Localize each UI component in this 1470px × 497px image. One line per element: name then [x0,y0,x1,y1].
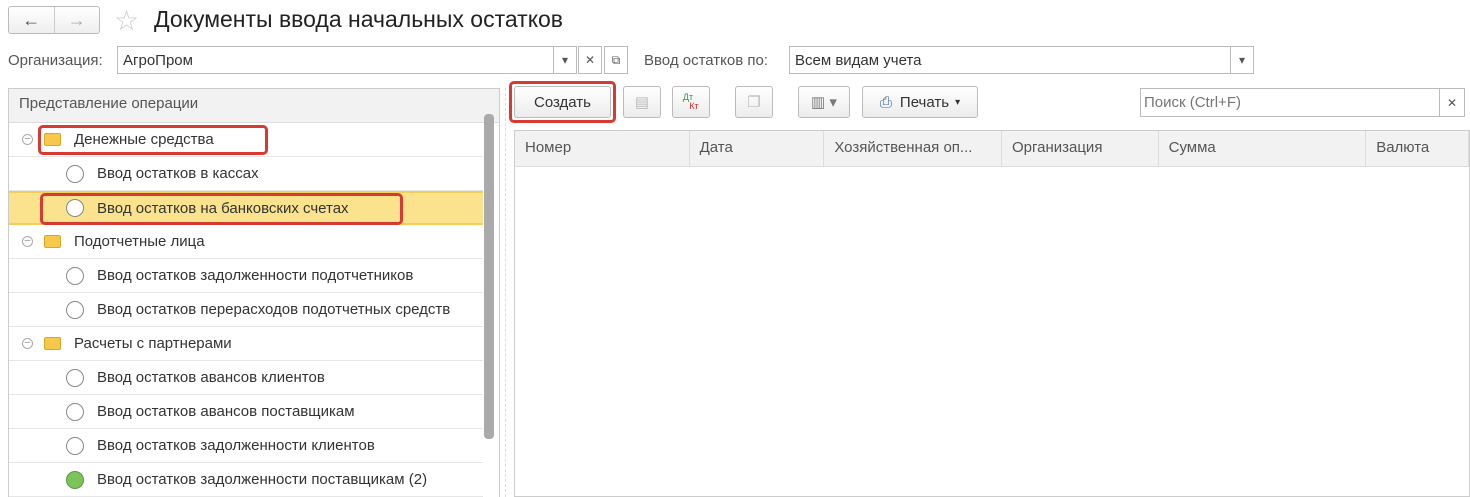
status-circle-icon [66,368,84,387]
highlight-group [38,125,268,155]
page-title: Документы ввода начальных остатков [154,6,564,32]
tree-item[interactable]: Ввод остатков в кассах [9,157,483,191]
search-clear-button[interactable]: ✕ [1439,88,1465,117]
org-value: АгроПром [123,51,193,69]
back-button[interactable]: ← [9,7,54,33]
column-header[interactable]: Валюта [1366,131,1469,166]
grid-header: Номер Дата Хозяйственная оп... Организация С… [515,131,1469,167]
org-input[interactable]: АгроПром [117,46,554,74]
tree-group[interactable]: – Расчеты с партнерами [9,327,483,361]
search-input[interactable] [1140,88,1440,117]
add-document-icon[interactable]: ▤ [623,86,661,118]
status-circle-icon [66,436,84,455]
item-label: Ввод остатков задолженности подотчетнико… [97,267,414,284]
group-label: Подотчетные лица [74,233,205,250]
collapse-icon[interactable]: – [22,134,33,145]
status-circle-icon [66,300,84,319]
tree-item[interactable]: Ввод остатков перерасходов подотчетных с… [9,293,483,327]
report-dropdown-button[interactable]: ▥ ▾ [798,86,850,118]
org-dropdown-button[interactable]: ▾ [553,46,577,74]
item-label: Ввод остатков авансов клиентов [97,369,325,386]
mode-label: Ввод остатков по: [644,52,769,69]
column-header[interactable]: Хозяйственная оп... [824,131,1002,166]
item-label: Ввод остатков задолженности клиентов [97,437,375,454]
status-circle-icon [66,266,84,285]
item-label: Ввод остатков авансов поставщикам [97,403,355,420]
printer-icon: ⎙ [879,93,892,111]
status-circle-icon [66,402,84,421]
print-button[interactable]: ⎙ Печать ▾ [862,86,978,118]
kt-label: Кт [689,101,699,111]
column-header[interactable]: Дата [690,131,825,166]
folder-icon [44,337,61,350]
highlight-create [509,81,616,123]
mode-value: Всем видам учета [795,51,922,69]
item-label: Ввод остатков перерасходов подотчетных с… [97,301,451,318]
status-circle-icon [66,470,84,489]
report-icon: ▥ [811,94,826,111]
column-header[interactable]: Сумма [1159,131,1367,166]
column-header[interactable]: Номер [515,131,690,166]
tree-item[interactable]: Ввод остатков авансов клиентов [9,361,483,395]
group-label: Расчеты с партнерами [74,335,232,352]
tree-item[interactable]: Ввод остатков авансов поставщикам [9,395,483,429]
tree-item[interactable]: Ввод остатков задолженности поставщикам … [9,463,483,497]
copy-icon[interactable]: ❐ [735,86,773,118]
nav-buttons: ← → [8,6,100,34]
mode-dropdown-button[interactable]: ▾ [1230,46,1254,74]
tree-item[interactable]: Ввод остатков задолженности клиентов [9,429,483,463]
dtkt-button[interactable]: Дт Кт [672,86,710,118]
org-label: Организация: [8,52,103,69]
org-clear-button[interactable]: ✕ [578,46,602,74]
forward-button[interactable]: → [53,7,100,33]
tree-header: Представление операции [9,89,499,123]
item-label: Ввод остатков в кассах [97,165,259,182]
mode-select[interactable]: Всем видам учета [789,46,1231,74]
collapse-icon[interactable]: – [22,338,33,349]
org-open-button[interactable]: ⧉ [604,46,628,74]
print-label: Печать [899,93,950,111]
folder-icon [44,235,61,248]
documents-grid: Номер Дата Хозяйственная оп... Организация С… [514,130,1470,497]
panel-divider[interactable] [505,88,506,497]
highlight-item [40,193,403,225]
tree-scrollbar[interactable] [484,114,494,439]
status-circle-icon [66,164,84,183]
column-header[interactable]: Организация [1002,131,1159,166]
collapse-icon[interactable]: – [22,236,33,247]
tree-item[interactable]: Ввод остатков задолженности подотчетнико… [9,259,483,293]
tree-group[interactable]: – Подотчетные лица [9,225,483,259]
favorite-star-icon[interactable]: ☆ [114,4,139,37]
item-label: Ввод остатков задолженности поставщикам … [97,471,428,488]
